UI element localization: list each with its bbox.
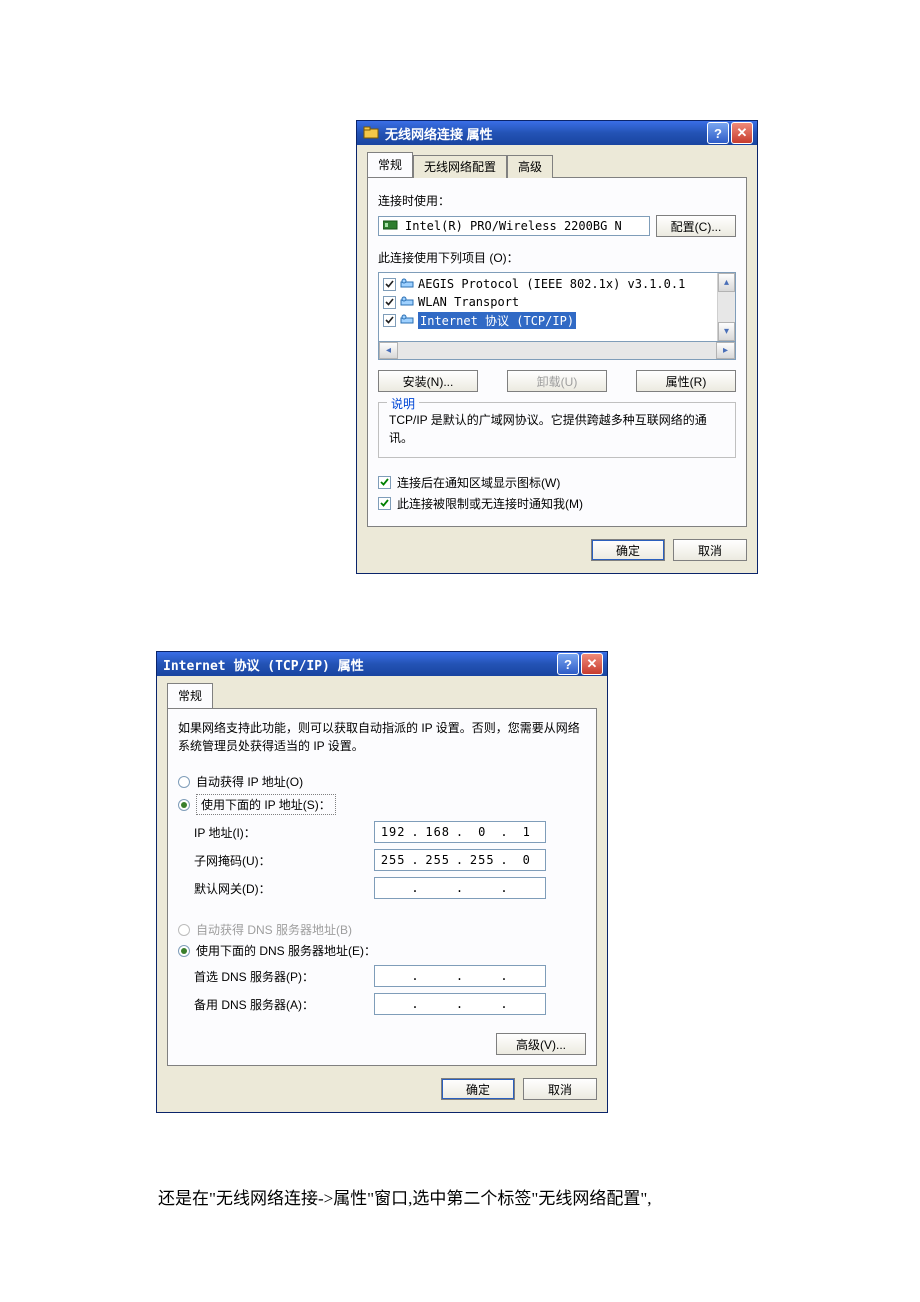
items-label: 此连接使用下列项目 (O)： xyxy=(378,249,736,266)
list-item[interactable]: Internet 协议 (TCP/IP) xyxy=(381,311,715,329)
cancel-button[interactable]: 取消 xyxy=(673,539,747,561)
install-button[interactable]: 安装(N)... xyxy=(378,370,478,392)
description-text: TCP/IP 是默认的广域网协议。它提供跨越多种互联网络的通讯。 xyxy=(389,411,725,447)
auto-dns-radio xyxy=(178,924,190,936)
scroll-down-icon[interactable]: ▾ xyxy=(718,322,735,341)
tabpage-general: 连接时使用： Intel(R) PRO/Wireless 2200BG N 配置… xyxy=(367,178,747,527)
checkbox-icon[interactable] xyxy=(383,314,396,327)
adapter-name: Intel(R) PRO/Wireless 2200BG N xyxy=(405,219,622,233)
item-properties-button[interactable]: 属性(R) xyxy=(636,370,736,392)
subnet-mask-input[interactable]: 255. 255. 255. 0 xyxy=(374,849,546,871)
preferred-dns-label: 首选 DNS 服务器(P)： xyxy=(194,968,374,985)
ip-address-input[interactable]: 192. 168. 0. 1 xyxy=(374,821,546,843)
horizontal-scrollbar[interactable]: ◂ ▸ xyxy=(378,342,736,360)
alternate-dns-label: 备用 DNS 服务器(A)： xyxy=(194,996,374,1013)
titlebar[interactable]: Internet 协议 (TCP/IP) 属性 ? ✕ xyxy=(157,652,607,676)
ip-address-label: IP 地址(I)： xyxy=(194,824,374,841)
tabstrip: 常规 xyxy=(167,686,597,709)
protocol-icon xyxy=(400,277,414,291)
alternate-dns-input[interactable]: ... xyxy=(374,993,546,1015)
tab-wireless-config[interactable]: 无线网络配置 xyxy=(413,155,507,178)
list-item[interactable]: AEGIS Protocol (IEEE 802.1x) v3.1.0.1 xyxy=(381,275,715,293)
show-icon-checkbox[interactable] xyxy=(378,476,391,489)
preferred-dns-input[interactable]: ... xyxy=(374,965,546,987)
checkbox-icon[interactable] xyxy=(383,278,396,291)
ok-button[interactable]: 确定 xyxy=(591,539,665,561)
gateway-label: 默认网关(D)： xyxy=(194,880,374,897)
nic-icon xyxy=(383,219,399,234)
help-button[interactable]: ? xyxy=(707,122,729,144)
wireless-properties-window: 无线网络连接 属性 ? ✕ 常规 无线网络配置 高级 连接时使用： xyxy=(356,120,758,574)
window-title: Internet 协议 (TCP/IP) 属性 xyxy=(163,655,557,674)
protocol-icon xyxy=(400,313,414,327)
protocol-icon xyxy=(400,295,414,309)
tabpage-general: 如果网络支持此功能，则可以获取自动指派的 IP 设置。否则，您需要从网络系统管理… xyxy=(167,709,597,1066)
subnet-mask-label: 子网掩码(U)： xyxy=(194,852,374,869)
gateway-input[interactable]: ... xyxy=(374,877,546,899)
checkbox-icon[interactable] xyxy=(383,296,396,309)
show-icon-label: 连接后在通知区域显示图标(W) xyxy=(397,474,560,491)
vertical-scrollbar[interactable]: ▴ ▾ xyxy=(717,273,735,341)
close-button[interactable]: ✕ xyxy=(581,653,603,675)
connect-using-label: 连接时使用： xyxy=(378,192,736,209)
tab-general[interactable]: 常规 xyxy=(367,152,413,177)
notify-limited-checkbox[interactable] xyxy=(378,497,391,510)
list-item-label: AEGIS Protocol (IEEE 802.1x) v3.1.0.1 xyxy=(418,277,685,291)
description-group: 说明 TCP/IP 是默认的广域网协议。它提供跨越多种互联网络的通讯。 xyxy=(378,402,736,458)
list-item-label: WLAN Transport xyxy=(418,295,519,309)
caption-text: 还是在"无线网络连接->属性"窗口,选中第二个标签"无线网络配置", xyxy=(158,1185,798,1212)
tab-general[interactable]: 常规 xyxy=(167,683,213,708)
auto-ip-label: 自动获得 IP 地址(O) xyxy=(196,773,303,790)
auto-dns-label: 自动获得 DNS 服务器地址(B) xyxy=(196,921,352,938)
ok-button[interactable]: 确定 xyxy=(441,1078,515,1100)
notify-limited-label: 此连接被限制或无连接时通知我(M) xyxy=(397,495,583,512)
manual-dns-radio[interactable] xyxy=(178,945,190,957)
client-area: 常规 如果网络支持此功能，则可以获取自动指派的 IP 设置。否则，您需要从网络系… xyxy=(157,676,607,1112)
description-legend: 说明 xyxy=(387,395,419,412)
intro-text: 如果网络支持此功能，则可以获取自动指派的 IP 设置。否则，您需要从网络系统管理… xyxy=(178,719,586,755)
configure-button[interactable]: 配置(C)... xyxy=(656,215,736,237)
window-icon xyxy=(363,126,379,140)
manual-ip-label: 使用下面的 IP 地址(S)： xyxy=(196,794,336,815)
client-area: 常规 无线网络配置 高级 连接时使用： Intel(R) PRO/Wireles… xyxy=(357,145,757,573)
tab-advanced[interactable]: 高级 xyxy=(507,155,553,178)
advanced-button[interactable]: 高级(V)... xyxy=(496,1033,586,1055)
list-item-label: Internet 协议 (TCP/IP) xyxy=(418,312,576,329)
tcpip-properties-window: Internet 协议 (TCP/IP) 属性 ? ✕ 常规 如果网络支持此功能… xyxy=(156,651,608,1113)
window-title: 无线网络连接 属性 xyxy=(385,124,707,143)
scroll-right-icon[interactable]: ▸ xyxy=(716,342,735,359)
adapter-field: Intel(R) PRO/Wireless 2200BG N xyxy=(378,216,650,236)
close-button[interactable]: ✕ xyxy=(731,122,753,144)
scroll-left-icon[interactable]: ◂ xyxy=(379,342,398,359)
titlebar[interactable]: 无线网络连接 属性 ? ✕ xyxy=(357,121,757,145)
components-listbox[interactable]: AEGIS Protocol (IEEE 802.1x) v3.1.0.1 WL… xyxy=(378,272,736,342)
auto-ip-radio[interactable] xyxy=(178,776,190,788)
uninstall-button: 卸载(U) xyxy=(507,370,607,392)
manual-ip-radio[interactable] xyxy=(178,799,190,811)
document-page: 无线网络连接 属性 ? ✕ 常规 无线网络配置 高级 连接时使用： xyxy=(0,0,920,1302)
cancel-button[interactable]: 取消 xyxy=(523,1078,597,1100)
tabstrip: 常规 无线网络配置 高级 xyxy=(367,155,747,178)
help-button[interactable]: ? xyxy=(557,653,579,675)
list-item[interactable]: WLAN Transport xyxy=(381,293,715,311)
manual-dns-label: 使用下面的 DNS 服务器地址(E)： xyxy=(196,942,376,959)
scroll-up-icon[interactable]: ▴ xyxy=(718,273,735,292)
